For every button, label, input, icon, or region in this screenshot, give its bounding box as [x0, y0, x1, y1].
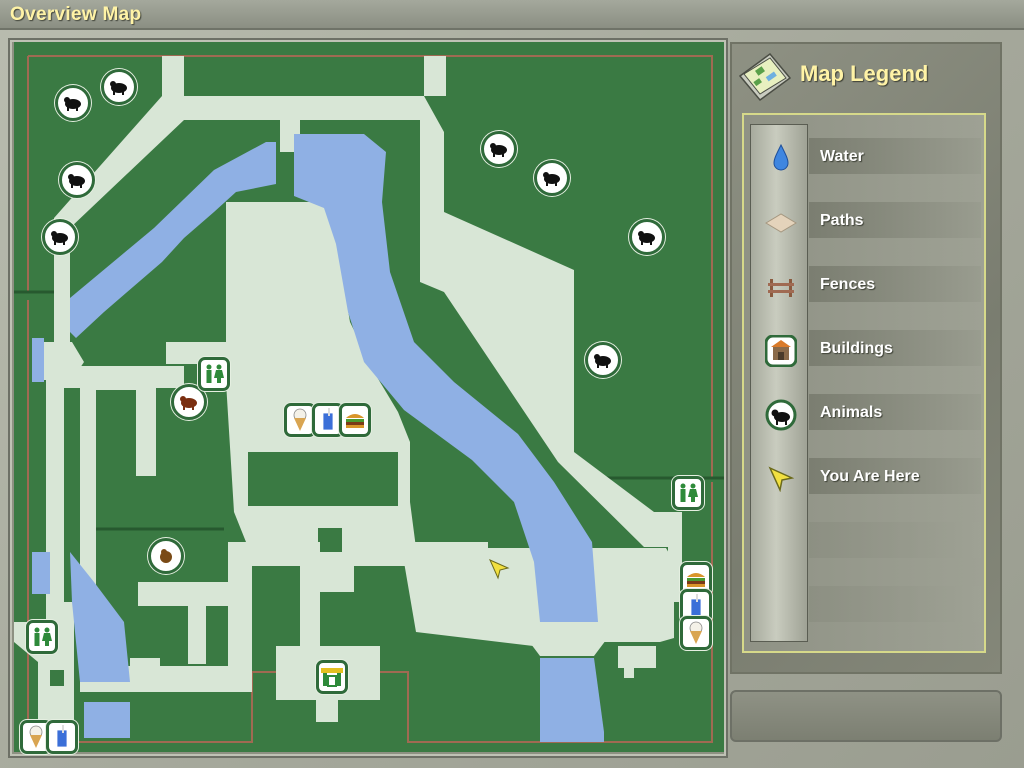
zoo-entrance-gate-marker[interactable] — [316, 660, 348, 694]
bottom-info-bar — [730, 690, 1002, 742]
black-animal-marker[interactable] — [55, 85, 91, 121]
black-animal-marker[interactable] — [481, 131, 517, 167]
black-animal-marker[interactable] — [585, 342, 621, 378]
legend-label-paths: Paths — [820, 212, 864, 229]
fence-icon — [764, 270, 798, 304]
restroom-marker[interactable] — [26, 620, 58, 654]
restroom-marker[interactable] — [672, 476, 704, 510]
legend-row-empty — [809, 522, 981, 558]
black-animal-marker[interactable] — [42, 219, 78, 255]
ice-cream-stand-marker[interactable] — [680, 616, 712, 650]
building-icon — [764, 334, 798, 368]
black-animal-marker[interactable] — [101, 69, 137, 105]
you-are-here-arrow-icon — [764, 462, 798, 496]
overview-map[interactable] — [14, 42, 724, 752]
restroom-marker[interactable] — [198, 357, 230, 391]
legend-row-empty — [809, 586, 981, 622]
title-bar: Overview Map — [0, 0, 1024, 30]
brown-animal-marker[interactable] — [148, 538, 184, 574]
path-tile-icon — [764, 206, 798, 240]
black-animal-marker[interactable] — [534, 160, 570, 196]
window-title: Overview Map — [10, 4, 142, 25]
legend-label-fences: Fences — [820, 276, 876, 293]
legend-label-buildings: Buildings — [820, 340, 893, 357]
legend-icon-rail — [750, 124, 808, 642]
legend-label-animals: Animals — [820, 404, 883, 421]
water-drop-icon — [764, 140, 798, 174]
legend-title: Map Legend — [800, 61, 929, 86]
map-legend-icon — [734, 48, 794, 111]
black-animal-marker[interactable] — [629, 219, 665, 255]
burger-stand-marker[interactable] — [339, 403, 371, 437]
legend-label-you-are-here: You Are Here — [820, 468, 920, 485]
animal-icon — [764, 398, 798, 432]
drink-stand-marker[interactable] — [46, 720, 78, 754]
black-animal-marker[interactable] — [59, 162, 95, 198]
legend-label-water: Water — [820, 148, 864, 165]
